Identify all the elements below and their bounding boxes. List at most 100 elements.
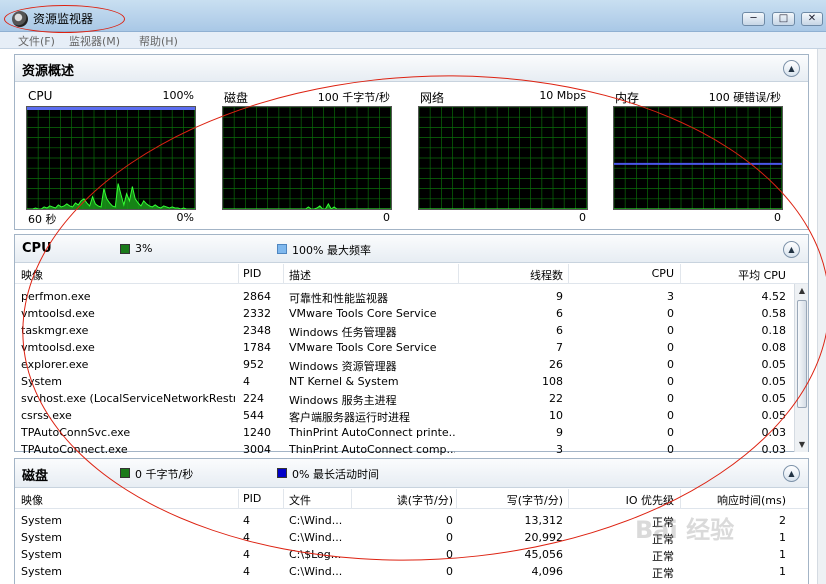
cell-description: Windows 资源管理器 xyxy=(289,360,397,373)
scroll-thumb[interactable] xyxy=(797,300,807,408)
col-image[interactable]: 映像 xyxy=(21,267,43,283)
scroll-up-icon[interactable]: ▲ xyxy=(795,284,809,298)
cell-pid: 3004 xyxy=(243,443,271,456)
cpu-graph-label: CPU xyxy=(28,89,53,103)
cpu-title: CPU xyxy=(22,241,52,256)
disk-graph[interactable] xyxy=(222,106,392,210)
cell-description: NT Kernel & System xyxy=(289,375,399,388)
table-row[interactable]: csrss.exe 544 客户端服务器运行时进程 10 0 0.05 xyxy=(15,407,808,424)
table-row[interactable]: vmtoolsd.exe 2332 VMware Tools Core Servic… xyxy=(15,305,808,322)
cell-threads: 7 xyxy=(556,341,563,354)
col-avg-cpu[interactable]: 平均 CPU xyxy=(685,267,786,283)
cell-cpu: 0 xyxy=(667,307,674,320)
table-row[interactable]: System 4 NT Kernel & System 108 0 0.05 xyxy=(15,373,808,390)
memory-graph-label: 内存 xyxy=(615,91,640,105)
minimize-button[interactable]: ─ xyxy=(742,12,765,26)
table-row[interactable]: taskmgr.exe 2348 Windows 任务管理器 6 0 0.18 xyxy=(15,322,808,339)
disk-col-pid[interactable]: PID xyxy=(243,492,261,505)
cell-threads: 10 xyxy=(549,409,563,422)
col-cpu[interactable]: CPU xyxy=(573,267,674,280)
cell-file: C:\$Log... xyxy=(289,548,342,561)
disk-col-read[interactable]: 读(字节/分) xyxy=(355,492,453,508)
cpu-table-header: 映像 PID 描述 线程数 CPU 平均 CPU xyxy=(15,264,808,284)
col-threads[interactable]: 线程数 xyxy=(463,267,563,283)
network-graph[interactable] xyxy=(418,106,588,210)
table-row[interactable]: TPAutoConnect.exe 3004 ThinPrint AutoConne… xyxy=(15,441,808,458)
maximize-button[interactable]: □ xyxy=(772,12,795,26)
col-pid[interactable]: PID xyxy=(243,267,261,280)
table-row[interactable]: TPAutoConnSvc.exe 1240 ThinPrint AutoConne… xyxy=(15,424,808,441)
disk-collapse-icon[interactable]: ▲ xyxy=(783,465,800,482)
cpu-graph-timespan: 60 秒 xyxy=(28,213,57,226)
table-row[interactable]: explorer.exe 952 Windows 资源管理器 26 0 0.05 xyxy=(15,356,808,373)
cell-description: VMware Tools Core Service xyxy=(289,341,437,354)
overview-panel: 资源概述 ▲ CPU 100% 60 秒 0% 磁盘 100 千字节/秒 0 网… xyxy=(14,54,809,230)
cell-avg-cpu: 0.58 xyxy=(761,307,787,320)
menu-file[interactable]: 文件(F) xyxy=(18,33,55,49)
network-graph-min: 0 xyxy=(579,211,586,224)
overview-header[interactable]: 资源概述 ▲ xyxy=(15,55,808,82)
disk-table-header: 映像 PID 文件 读(字节/分) 写(字节/分) IO 优先级 响应时间(ms… xyxy=(15,489,808,509)
cell-threads: 26 xyxy=(549,358,563,371)
disk-col-write[interactable]: 写(字节/分) xyxy=(461,492,563,508)
table-row[interactable]: System 4 C:\Wind... 0 4,096 正常 1 xyxy=(15,563,808,580)
table-row[interactable]: perfmon.exe 2864 可靠性和性能监视器 9 3 4.52 xyxy=(15,288,808,305)
memory-graph-min: 0 xyxy=(774,211,781,224)
cell-avg-cpu: 0.05 xyxy=(761,375,787,388)
cell-cpu: 3 xyxy=(667,290,674,303)
cell-pid: 1784 xyxy=(243,341,271,354)
cell-pid: 2864 xyxy=(243,290,271,303)
table-row[interactable]: vmtoolsd.exe 1784 VMware Tools Core Servic… xyxy=(15,339,808,356)
close-button[interactable]: ✕ xyxy=(801,12,823,26)
cell-pid: 544 xyxy=(243,409,264,422)
cell-threads: 6 xyxy=(556,307,563,320)
cell-image: taskmgr.exe xyxy=(21,324,89,337)
cell-image: System xyxy=(21,375,63,388)
disk-col-response-time[interactable]: 响应时间(ms) xyxy=(685,492,786,508)
cell-cpu: 0 xyxy=(667,392,674,405)
cell-image: System xyxy=(21,548,63,561)
col-description[interactable]: 描述 xyxy=(289,267,311,283)
cell-image: perfmon.exe xyxy=(21,290,91,303)
cpu-header[interactable]: CPU 3% 100% 最大频率 ▲ xyxy=(15,235,808,263)
cpu-graph[interactable] xyxy=(26,106,196,210)
cell-read: 0 xyxy=(446,548,453,561)
cell-avg-cpu: 0.18 xyxy=(761,324,787,337)
cpu-panel: CPU 3% 100% 最大频率 ▲ 映像 PID 描述 线程数 CPU 平均 … xyxy=(14,234,809,456)
disk-col-image[interactable]: 映像 xyxy=(21,492,43,508)
cell-description: ThinPrint AutoConnect comp... xyxy=(289,443,455,456)
disk-io-legend: 0 千字节/秒 xyxy=(135,468,194,481)
menu-help[interactable]: 帮助(H) xyxy=(139,33,178,49)
cell-description: ThinPrint AutoConnect printe... xyxy=(289,426,455,439)
disk-header[interactable]: 磁盘 0 千字节/秒 0% 最长活动时间 ▲ xyxy=(15,459,808,488)
network-graph-max: 10 Mbps xyxy=(539,89,586,102)
network-graph-label: 网络 xyxy=(420,91,445,105)
cell-cpu: 0 xyxy=(667,443,674,456)
disk-col-file[interactable]: 文件 xyxy=(289,492,311,508)
disk-active-legend-swatch xyxy=(277,468,287,478)
cpu-process-table: 映像 PID 描述 线程数 CPU 平均 CPU perfmon.exe 2864… xyxy=(15,264,808,456)
table-row[interactable]: svchost.exe (LocalServiceNetworkRestric.… xyxy=(15,390,808,407)
disk-graph-label: 磁盘 xyxy=(224,91,249,105)
disk-col-io-priority[interactable]: IO 优先级 xyxy=(573,492,674,508)
cell-file: C:\Wind... xyxy=(289,514,343,527)
table-row[interactable]: System 4 C:\$Log... 0 45,056 正常 1 xyxy=(15,546,808,563)
cell-pid: 1240 xyxy=(243,426,271,439)
cell-cpu: 0 xyxy=(667,324,674,337)
menu-monitor[interactable]: 监视器(M) xyxy=(69,33,120,49)
cell-image: csrss.exe xyxy=(21,409,72,422)
cell-threads: 9 xyxy=(556,426,563,439)
cell-response-time: 1 xyxy=(779,548,786,561)
overview-collapse-icon[interactable]: ▲ xyxy=(783,60,800,77)
scroll-down-icon[interactable]: ▼ xyxy=(795,438,809,452)
cell-pid: 952 xyxy=(243,358,264,371)
cpu-collapse-icon[interactable]: ▲ xyxy=(783,241,800,258)
cpu-table-scrollbar[interactable]: ▲ ▼ xyxy=(794,284,808,452)
cell-image: vmtoolsd.exe xyxy=(21,341,95,354)
memory-graph[interactable] xyxy=(613,106,783,210)
cell-pid: 2332 xyxy=(243,307,271,320)
cell-pid: 4 xyxy=(243,565,250,578)
window-scrollbar[interactable] xyxy=(817,49,826,584)
cell-image: TPAutoConnect.exe xyxy=(21,443,128,456)
cell-write: 4,096 xyxy=(531,565,564,578)
